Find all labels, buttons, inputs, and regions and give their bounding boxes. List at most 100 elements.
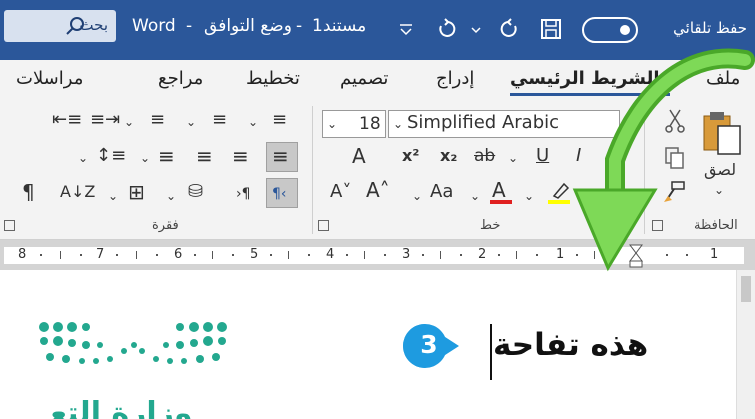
change-case-button[interactable]: Aa [430, 182, 453, 202]
chevron-down-icon[interactable]: ⌄ [714, 180, 724, 200]
font-size-combo[interactable]: ⌄ 18 [322, 110, 386, 138]
scrollbar-thumb[interactable] [741, 276, 751, 302]
underline-button[interactable]: U [536, 146, 549, 166]
autosave-label: حفظ تلقائي [673, 19, 747, 37]
clipboard-launcher-icon[interactable] [652, 220, 663, 231]
group-divider [644, 106, 645, 234]
ruler-tick [516, 251, 517, 259]
shrink-font-button[interactable]: A˅ [330, 182, 351, 202]
strikethrough-button[interactable]: ab [474, 146, 495, 166]
chevron-down-icon[interactable]: ⌄ [186, 112, 196, 132]
multilevel-list-button[interactable]: ≡ [150, 110, 165, 130]
chevron-down-icon[interactable]: ⌄ [140, 148, 150, 168]
compat-mode: وضع التوافق [204, 16, 292, 36]
ruler-dot [686, 254, 688, 256]
title-bar: بحث Word - وضع التوافق - مستند1 حفظ تلقا… [0, 0, 755, 60]
format-painter-icon[interactable] [662, 180, 686, 204]
tab-home[interactable]: الشريط الرئيسي [510, 68, 660, 89]
ruler-number: 7 [96, 247, 105, 262]
app-name: Word [132, 16, 176, 36]
ruler-tick [136, 251, 137, 259]
undo-icon[interactable] [498, 18, 520, 40]
ruler-number: 5 [250, 247, 259, 262]
tab-mailings[interactable]: مراسلات [16, 68, 83, 89]
align-right-icon: ≡ [272, 144, 289, 168]
ruler-number: 2 [478, 247, 487, 262]
redo-icon[interactable] [436, 18, 458, 40]
bullet-list-button[interactable]: ≡ [272, 110, 287, 130]
decrease-indent-button[interactable]: ⇤≡ [52, 110, 82, 130]
subscript-button[interactable]: x₂ [440, 146, 457, 166]
tab-file[interactable]: ملف [706, 68, 740, 89]
ruler-dot [232, 254, 234, 256]
chevron-down-icon[interactable]: ⌄ [248, 112, 258, 132]
ruler-dot [460, 254, 462, 256]
ruler-tick [594, 251, 595, 259]
document-text[interactable]: هذه تفاحة [493, 327, 648, 363]
tab-references[interactable]: مراجع [158, 68, 203, 89]
vertical-scrollbar[interactable] [736, 270, 755, 419]
ruler-dot [536, 254, 538, 256]
center-button[interactable]: ≡ [232, 146, 249, 166]
ruler-bar: 8 7 6 5 4 3 2 1 1 [0, 240, 755, 270]
paragraph-group-label: فقرة [152, 218, 179, 233]
show-marks-button[interactable]: ¶ [22, 182, 35, 202]
sort-button[interactable]: A↓Z [60, 182, 95, 202]
ruler[interactable]: 8 7 6 5 4 3 2 1 1 [4, 244, 744, 268]
save-icon[interactable] [540, 18, 562, 40]
chevron-down-icon[interactable]: ⌄ [524, 186, 534, 206]
ruler-number: 1 [556, 247, 565, 262]
title-separator: - [186, 16, 193, 36]
chevron-down-icon[interactable]: ⌄ [412, 186, 422, 206]
justify-button[interactable]: ≡ [158, 146, 175, 166]
chevron-down-icon[interactable]: ⌄ [78, 148, 88, 168]
copy-icon[interactable] [664, 146, 686, 170]
align-left-button[interactable]: ≡ [196, 146, 213, 166]
autosave-toggle[interactable] [582, 17, 638, 43]
ruler-dot [116, 254, 118, 256]
ruler-dot [666, 254, 668, 256]
shading-button[interactable]: ⛁ [188, 182, 203, 202]
numbered-list-button[interactable]: ≡ [212, 110, 227, 130]
tab-insert[interactable]: إدراج [436, 68, 474, 89]
chevron-down-icon[interactable]: ⌄ [124, 112, 134, 132]
superscript-button[interactable]: x² [402, 146, 419, 166]
clear-formatting-button[interactable]: A [352, 146, 366, 166]
ribbon: ⇤≡ ≡⇥ ⌄ ≡ ⌄ ≡ ⌄ ≡ ⌄ ↕≡ ⌄ ≡ ≡ ≡ ≡ ¶ A↓Z ⌄… [0, 100, 755, 240]
clipboard-group-label: الحافظة [694, 218, 738, 233]
ltr-button[interactable]: ›¶ [236, 184, 251, 204]
ruler-dot [40, 254, 42, 256]
cut-icon[interactable] [664, 108, 686, 134]
chevron-down-icon[interactable]: ⌄ [578, 186, 588, 206]
line-spacing-button[interactable]: ↕≡ [96, 146, 126, 166]
chevron-down-icon[interactable]: ⌄ [508, 148, 518, 168]
paste-icon[interactable] [700, 110, 744, 156]
font-name-combo[interactable]: ⌄ Simplified Arabic [388, 110, 620, 138]
ruler-dot [156, 254, 158, 256]
chevron-down-icon[interactable]: ⌄ [108, 186, 118, 206]
italic-button[interactable]: I [576, 146, 581, 166]
paragraph-launcher-icon[interactable] [4, 220, 15, 231]
document-title: مستند1 [312, 16, 367, 36]
chevron-down-icon[interactable]: ⌄ [166, 186, 176, 206]
borders-button[interactable]: ⊞ [128, 182, 145, 202]
ruler-tick [212, 251, 213, 259]
chevron-down-icon[interactable]: ⌄ [470, 186, 480, 206]
font-launcher-icon[interactable] [318, 220, 329, 231]
search-box[interactable]: بحث [4, 10, 116, 42]
ribbon-tabs: مراسلات مراجع تخطيط تصميم إدراج الشريط ا… [0, 60, 755, 100]
highlight-swatch [548, 200, 570, 204]
chevron-down-icon[interactable] [470, 24, 482, 36]
font-color-button[interactable]: A [492, 180, 506, 200]
highlight-icon[interactable] [548, 180, 572, 202]
group-divider [312, 106, 313, 234]
paste-label[interactable]: لصق [704, 160, 736, 180]
tab-design[interactable]: تصميم [340, 68, 388, 89]
ruler-dot [270, 254, 272, 256]
indent-marker-icon[interactable] [628, 243, 644, 269]
customize-icon[interactable] [398, 22, 414, 38]
ruler-number: 6 [174, 247, 183, 262]
increase-indent-button[interactable]: ≡⇥ [90, 110, 120, 130]
tab-layout[interactable]: تخطيط [246, 68, 300, 89]
grow-font-button[interactable]: A˄ [366, 180, 390, 200]
